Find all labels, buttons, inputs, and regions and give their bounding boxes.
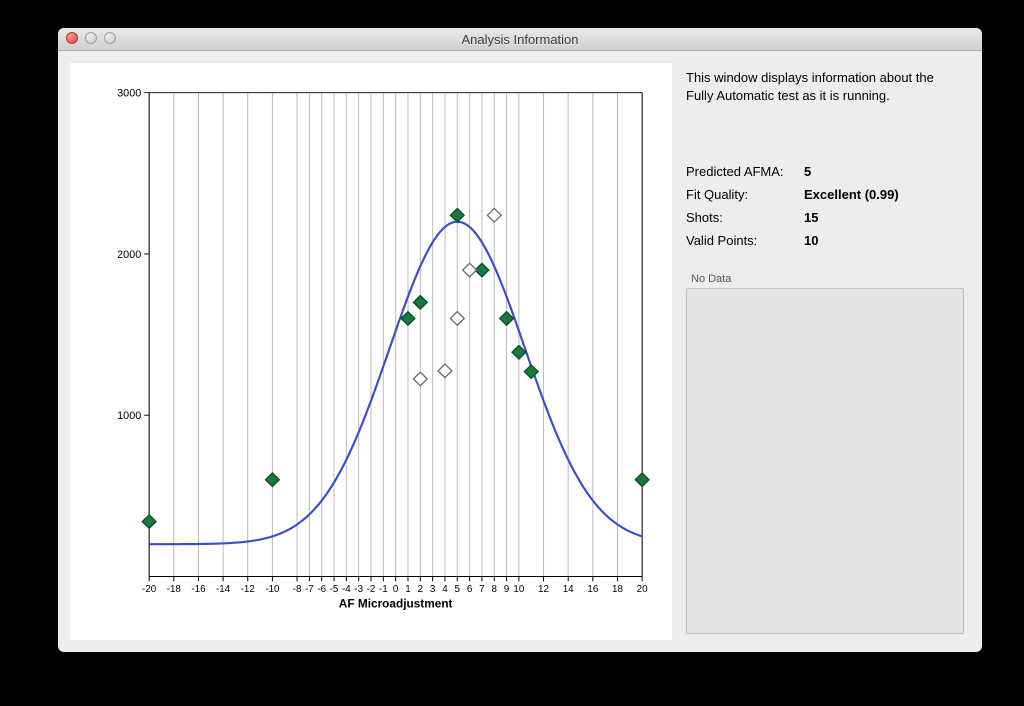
fit-quality-value: Excellent (0.99) [804, 187, 964, 202]
svg-text:-4: -4 [342, 584, 351, 595]
svg-text:-18: -18 [167, 584, 181, 595]
svg-text:2000: 2000 [117, 249, 141, 261]
minimize-icon[interactable] [85, 32, 97, 44]
nodata-label: No Data [691, 273, 731, 285]
svg-text:-8: -8 [293, 584, 302, 595]
svg-text:5: 5 [455, 584, 461, 595]
window-controls [66, 32, 116, 44]
svg-text:-6: -6 [317, 584, 326, 595]
svg-text:-2: -2 [367, 584, 376, 595]
stats-grid: Predicted AFMA: 5 Fit Quality: Excellent… [686, 164, 964, 248]
svg-text:-20: -20 [142, 584, 157, 595]
svg-text:14: 14 [563, 584, 575, 595]
svg-text:AF Microadjustment: AF Microadjustment [339, 598, 453, 611]
svg-text:-14: -14 [216, 584, 231, 595]
svg-text:12: 12 [538, 584, 549, 595]
side-pane: This window displays information about t… [672, 51, 982, 652]
description-text: This window displays information about t… [686, 69, 964, 104]
svg-text:9: 9 [504, 584, 509, 595]
svg-text:2: 2 [418, 584, 423, 595]
svg-text:-12: -12 [241, 584, 255, 595]
svg-text:3: 3 [430, 584, 435, 595]
chart-pane: 100020003000-20-18-16-14-12-10-8-7-6-5-4… [70, 63, 672, 640]
valid-points-value: 10 [804, 233, 964, 248]
svg-text:1000: 1000 [117, 410, 141, 422]
svg-text:3000: 3000 [117, 88, 141, 100]
svg-text:0: 0 [393, 584, 399, 595]
predicted-afma-value: 5 [804, 164, 964, 179]
svg-text:10: 10 [513, 584, 525, 595]
svg-text:-3: -3 [354, 584, 363, 595]
svg-text:7: 7 [479, 584, 484, 595]
window-title: Analysis Information [461, 32, 578, 47]
svg-text:6: 6 [467, 584, 472, 595]
svg-text:16: 16 [587, 584, 598, 595]
nodata-box: No Data [686, 288, 964, 634]
predicted-afma-label: Predicted AFMA: [686, 164, 796, 179]
shots-value: 15 [804, 210, 964, 225]
afma-chart: 100020003000-20-18-16-14-12-10-8-7-6-5-4… [90, 83, 652, 620]
svg-text:-16: -16 [191, 584, 205, 595]
svg-text:18: 18 [612, 584, 623, 595]
analysis-window: Analysis Information 100020003000-20-18-… [58, 28, 982, 652]
svg-text:-7: -7 [305, 584, 314, 595]
svg-text:-1: -1 [379, 584, 388, 595]
shots-label: Shots: [686, 210, 796, 225]
svg-text:-5: -5 [330, 584, 339, 595]
zoom-icon[interactable] [104, 32, 116, 44]
svg-text:-10: -10 [265, 584, 280, 595]
svg-text:8: 8 [492, 584, 497, 595]
svg-text:20: 20 [637, 584, 649, 595]
svg-text:4: 4 [442, 584, 448, 595]
valid-points-label: Valid Points: [686, 233, 796, 248]
fit-quality-label: Fit Quality: [686, 187, 796, 202]
titlebar: Analysis Information [58, 28, 982, 51]
close-icon[interactable] [66, 32, 78, 44]
content-area: 100020003000-20-18-16-14-12-10-8-7-6-5-4… [58, 51, 982, 652]
chart-pane-wrap: 100020003000-20-18-16-14-12-10-8-7-6-5-4… [58, 51, 672, 652]
svg-text:1: 1 [405, 584, 410, 595]
